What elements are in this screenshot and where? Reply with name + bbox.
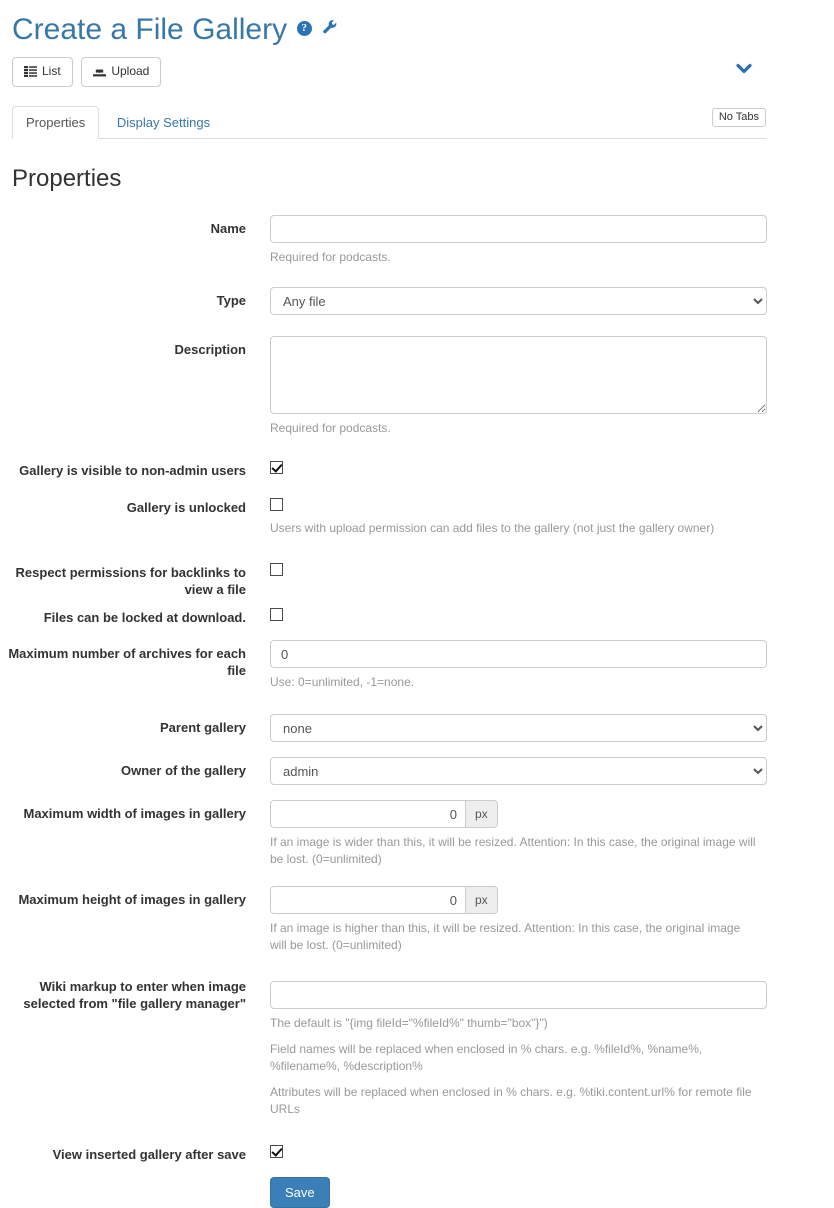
title-icon-group: ? — [296, 19, 345, 37]
max-width-input-group: px — [270, 800, 498, 828]
respect-permissions-checkbox[interactable] — [270, 563, 283, 576]
description-label: Description — [174, 342, 246, 357]
owner-label: Owner of the gallery — [121, 763, 246, 778]
tab-display-settings-label: Display Settings — [116, 115, 211, 130]
parent-gallery-label: Parent gallery — [160, 720, 246, 735]
tab-bar-underline — [12, 138, 767, 139]
unlocked-checkbox[interactable] — [270, 498, 283, 511]
form-row-respect-permissions: Respect permissions for backlinks to vie… — [0, 563, 834, 597]
form-row-max-height: Maximum height of images in gallery px I… — [0, 886, 834, 954]
type-select[interactable]: Any file — [270, 287, 767, 315]
max-height-input-group: px — [270, 886, 498, 914]
unlocked-help: Users with upload permission can add fil… — [270, 521, 715, 535]
max-height-input[interactable] — [270, 886, 466, 914]
page-title: Create a File Gallery — [12, 13, 288, 46]
form-row-save: Save — [0, 1177, 834, 1208]
tab-properties[interactable]: Properties — [12, 106, 100, 139]
form-row-owner: Owner of the gallery admin — [0, 757, 834, 785]
wiki-markup-label: Wiki markup to enter when image selected… — [23, 979, 246, 1011]
save-button[interactable]: Save — [270, 1177, 330, 1208]
form-row-max-archives: Maximum number of archives for each file… — [0, 640, 834, 691]
form-row-name: Name Required for podcasts. — [0, 215, 834, 266]
description-textarea[interactable] — [270, 336, 767, 414]
wiki-markup-input[interactable] — [270, 981, 767, 1009]
form-row-wiki-markup: Wiki markup to enter when image selected… — [0, 979, 834, 1118]
name-input[interactable] — [270, 215, 767, 243]
max-height-help: If an image is higher than this, it will… — [270, 921, 741, 952]
description-help: Required for podcasts. — [270, 421, 391, 435]
wrench-icon[interactable] — [322, 19, 337, 37]
no-tabs-badge[interactable]: No Tabs — [711, 108, 766, 127]
lock-at-download-checkbox[interactable] — [270, 608, 283, 621]
max-width-input[interactable] — [270, 800, 466, 828]
upload-button-label: Upload — [111, 64, 150, 78]
max-width-help: If an image is wider than this, it will … — [270, 835, 756, 866]
max-archives-help: Use: 0=unlimited, -1=none. — [270, 675, 415, 689]
list-button-label: List — [42, 64, 61, 78]
max-archives-input[interactable] — [270, 640, 767, 668]
parent-gallery-select[interactable]: none — [270, 714, 767, 742]
respect-permissions-label: Respect permissions for backlinks to vie… — [15, 565, 246, 597]
properties-form: Name Required for podcasts. Type Any fil… — [0, 215, 834, 1208]
tab-display-settings[interactable]: Display Settings — [103, 106, 224, 138]
upload-icon — [93, 65, 107, 81]
name-help: Required for podcasts. — [270, 250, 391, 264]
wiki-markup-help-default: The default is "{img fileId="%fileId%" t… — [270, 1016, 548, 1030]
help-circle-icon[interactable]: ? — [296, 20, 312, 36]
tab-properties-label: Properties — [26, 115, 86, 130]
view-after-save-label: View inserted gallery after save — [52, 1147, 246, 1162]
chevron-down-icon[interactable] — [733, 57, 755, 79]
view-after-save-checkbox[interactable] — [270, 1145, 283, 1158]
form-row-lock-at-download: Files can be locked at download. — [0, 608, 834, 625]
wiki-markup-help-attributes: Attributes will be replaced when enclose… — [270, 1085, 752, 1116]
form-row-max-width: Maximum width of images in gallery px If… — [0, 800, 834, 868]
max-width-unit-addon: px — [466, 800, 498, 828]
form-row-type: Type Any file — [0, 287, 834, 315]
type-label: Type — [216, 293, 246, 308]
form-row-description: Description Required for podcasts. — [0, 336, 834, 437]
wiki-markup-help-fields: Field names will be replaced when enclos… — [270, 1042, 703, 1073]
list-button[interactable]: List — [12, 57, 73, 87]
page-header: Create a File Gallery ? — [0, 0, 834, 48]
visible-non-admin-label: Gallery is visible to non-admin users — [19, 463, 246, 478]
unlocked-label: Gallery is unlocked — [126, 500, 246, 515]
max-archives-label: Maximum number of archives for each file — [8, 646, 246, 678]
form-row-parent-gallery: Parent gallery none — [0, 714, 834, 742]
toolbar: List Upload — [0, 48, 834, 90]
lock-at-download-label: Files can be locked at download. — [43, 610, 246, 625]
max-height-label: Maximum height of images in gallery — [18, 892, 246, 907]
owner-select[interactable]: admin — [270, 757, 767, 785]
form-row-view-after-save: View inserted gallery after save — [0, 1145, 834, 1162]
max-height-unit-addon: px — [466, 886, 498, 914]
max-width-label: Maximum width of images in gallery — [23, 806, 247, 821]
tab-bar: Properties Display Settings No Tabs — [0, 106, 834, 139]
upload-button[interactable]: Upload — [81, 57, 162, 87]
form-row-unlocked: Gallery is unlocked Users with upload pe… — [0, 498, 834, 537]
visible-non-admin-checkbox[interactable] — [270, 461, 283, 474]
list-icon — [24, 65, 37, 81]
section-title: Properties — [12, 165, 122, 192]
form-row-visible-non-admin: Gallery is visible to non-admin users — [0, 461, 834, 478]
name-label: Name — [210, 221, 246, 236]
